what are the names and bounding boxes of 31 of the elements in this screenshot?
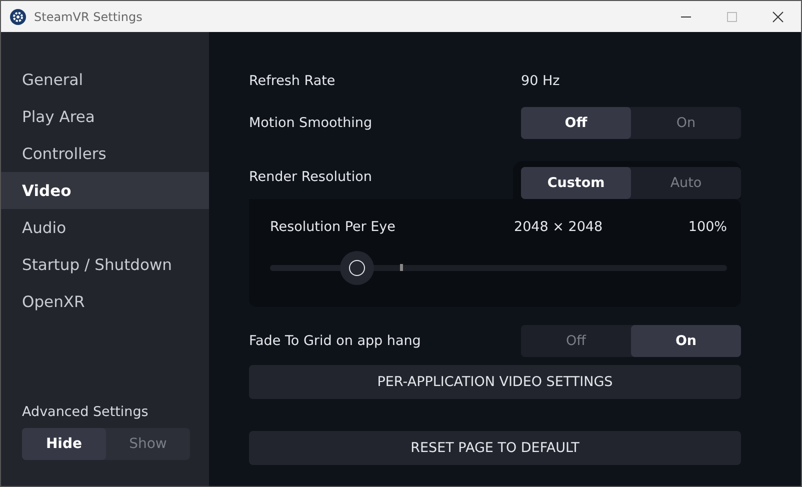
setting-label: Render Resolution — [249, 169, 372, 185]
sidebar-item[interactable]: Startup / Shutdown — [1, 246, 209, 283]
setting-value: 90 Hz — [521, 73, 561, 89]
toggle-option[interactable]: On — [631, 107, 741, 139]
toggle-option[interactable]: Off — [521, 325, 631, 357]
setting-label: Refresh Rate — [249, 73, 336, 89]
gear-icon — [10, 8, 26, 24]
panel-label: Resolution Per Eye — [270, 219, 396, 235]
percent-value: 100% — [688, 219, 727, 235]
maximize-icon — [726, 10, 738, 22]
action-button[interactable]: PER-APPLICATION VIDEO SETTINGS — [249, 365, 741, 399]
advanced-settings-label: Advanced Settings — [22, 404, 150, 420]
close-icon — [772, 10, 784, 22]
toggle-option[interactable]: Auto — [631, 167, 741, 199]
window-title: SteamVR Settings — [34, 10, 144, 24]
sidebar-item[interactable]: Controllers — [1, 135, 209, 172]
sidebar-item[interactable]: Audio — [1, 209, 209, 246]
toggle-option[interactable]: On — [631, 325, 741, 357]
sidebar-item[interactable]: OpenXR — [1, 283, 209, 320]
setting-label: Motion Smoothing — [249, 115, 372, 131]
tick-mark — [400, 264, 403, 271]
setting-label: Fade To Grid on app hang — [249, 333, 421, 349]
sidebar-item[interactable]: General — [1, 61, 209, 98]
toggle-option[interactable]: Hide — [22, 428, 106, 460]
action-button[interactable]: RESET PAGE TO DEFAULT — [249, 431, 741, 465]
sidebar-item[interactable]: Video — [1, 172, 209, 209]
toggle-option[interactable]: Custom — [521, 167, 631, 199]
toggle-option[interactable]: Off — [521, 107, 631, 139]
resolution-value: 2048 × 2048 — [514, 219, 604, 235]
slider-thumb[interactable] — [340, 251, 374, 285]
sidebar-item[interactable]: Play Area — [1, 98, 209, 135]
